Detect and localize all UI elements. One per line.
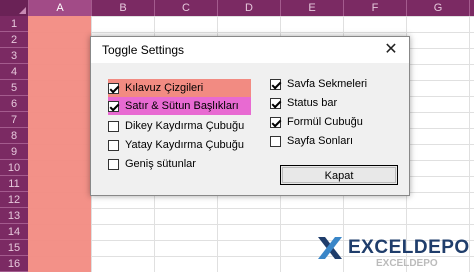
row-header[interactable]: 3 — [0, 48, 28, 64]
column-header-c[interactable]: C — [155, 0, 218, 16]
row-header[interactable]: 11 — [0, 176, 28, 192]
column-header-a[interactable]: A — [29, 0, 92, 16]
row-header[interactable]: 6 — [0, 96, 28, 112]
checkbox-unchecked-icon[interactable] — [108, 139, 119, 151]
row-header[interactable]: 9 — [0, 144, 28, 160]
checkbox-label: Dikey Kaydırma Çubuğu — [125, 120, 245, 132]
watermark-text: EXCELDEPO — [376, 258, 438, 269]
column-header-f[interactable]: F — [344, 0, 407, 16]
row-header[interactable]: 12 — [0, 192, 28, 208]
checkbox-label: Yatay Kaydırma Çubuğu — [125, 139, 245, 151]
checkbox-checked-icon[interactable] — [108, 82, 119, 94]
row-header[interactable]: 4 — [0, 64, 28, 80]
row-header[interactable]: 10 — [0, 160, 28, 176]
select-all-corner[interactable] — [0, 0, 29, 16]
checkbox-checked-icon[interactable] — [108, 100, 119, 112]
row-header[interactable]: 15 — [0, 240, 28, 256]
row-header[interactable]: 16 — [0, 256, 28, 272]
logo-text: EXCELDEPO — [348, 237, 470, 258]
checkbox-horizontal-scrollbar[interactable]: Yatay Kaydırma Çubuğu — [108, 136, 244, 154]
checkbox-label: Geniş sütunlar — [125, 158, 196, 170]
column-a-fill — [28, 16, 91, 272]
column-header-e[interactable]: E — [281, 0, 344, 16]
checkbox-label: Sayfa Sonları — [287, 135, 354, 147]
column-header-g[interactable]: G — [407, 0, 470, 16]
close-icon[interactable]: ✕ — [381, 40, 401, 60]
checkbox-label: Kılavuz Çizgileri — [125, 82, 204, 94]
checkbox-wide-columns[interactable]: Geniş sütunlar — [108, 155, 196, 173]
column-header-row: A B C D E F G — [0, 0, 474, 16]
checkbox-sheet-tabs[interactable]: Savfa Sekmeleri — [270, 75, 367, 93]
toggle-settings-dialog: Toggle Settings ✕ Kılavuz Çizgileri Satı… — [90, 36, 410, 196]
checkbox-label: Formül Cubuğu — [287, 116, 363, 128]
checkbox-label: Savfa Sekmeleri — [287, 78, 368, 90]
checkbox-checked-icon[interactable] — [270, 97, 281, 109]
row-header[interactable]: 7 — [0, 112, 28, 128]
checkbox-gridlines[interactable]: Kılavuz Çizgileri — [108, 79, 251, 97]
row-header[interactable]: 14 — [0, 224, 28, 240]
row-header[interactable]: 5 — [0, 80, 28, 96]
checkbox-status-bar[interactable]: Status bar — [270, 94, 337, 112]
checkbox-label: Status bar — [287, 97, 338, 109]
checkbox-unchecked-icon[interactable] — [108, 120, 119, 132]
checkbox-vertical-scrollbar[interactable]: Dikey Kaydırma Çubuğu — [108, 117, 244, 135]
checkbox-unchecked-icon[interactable] — [108, 158, 119, 170]
x-logo-icon — [316, 234, 344, 262]
dialog-titlebar[interactable]: Toggle Settings ✕ — [91, 37, 409, 63]
column-header-b[interactable]: B — [92, 0, 155, 16]
row-header-column: 1 2 3 4 5 6 7 8 9 10 11 12 13 14 15 16 — [0, 16, 28, 272]
dialog-title: Toggle Settings — [102, 43, 185, 57]
checkbox-checked-icon[interactable] — [270, 78, 281, 90]
checkbox-row-column-headers[interactable]: Satır & Sütun Başlıkları — [108, 97, 251, 115]
column-header-d[interactable]: D — [218, 0, 281, 16]
checkbox-checked-icon[interactable] — [270, 116, 281, 128]
row-header[interactable]: 8 — [0, 128, 28, 144]
row-header[interactable]: 1 — [0, 16, 28, 32]
row-header[interactable]: 2 — [0, 32, 28, 48]
row-header[interactable]: 13 — [0, 208, 28, 224]
checkbox-page-breaks[interactable]: Sayfa Sonları — [270, 132, 353, 150]
checkbox-formula-bar[interactable]: Formül Cubuğu — [270, 113, 363, 131]
checkbox-label: Satır & Sütun Başlıkları — [125, 100, 239, 112]
checkbox-unchecked-icon[interactable] — [270, 135, 281, 147]
close-button[interactable]: Kapat — [280, 165, 398, 185]
